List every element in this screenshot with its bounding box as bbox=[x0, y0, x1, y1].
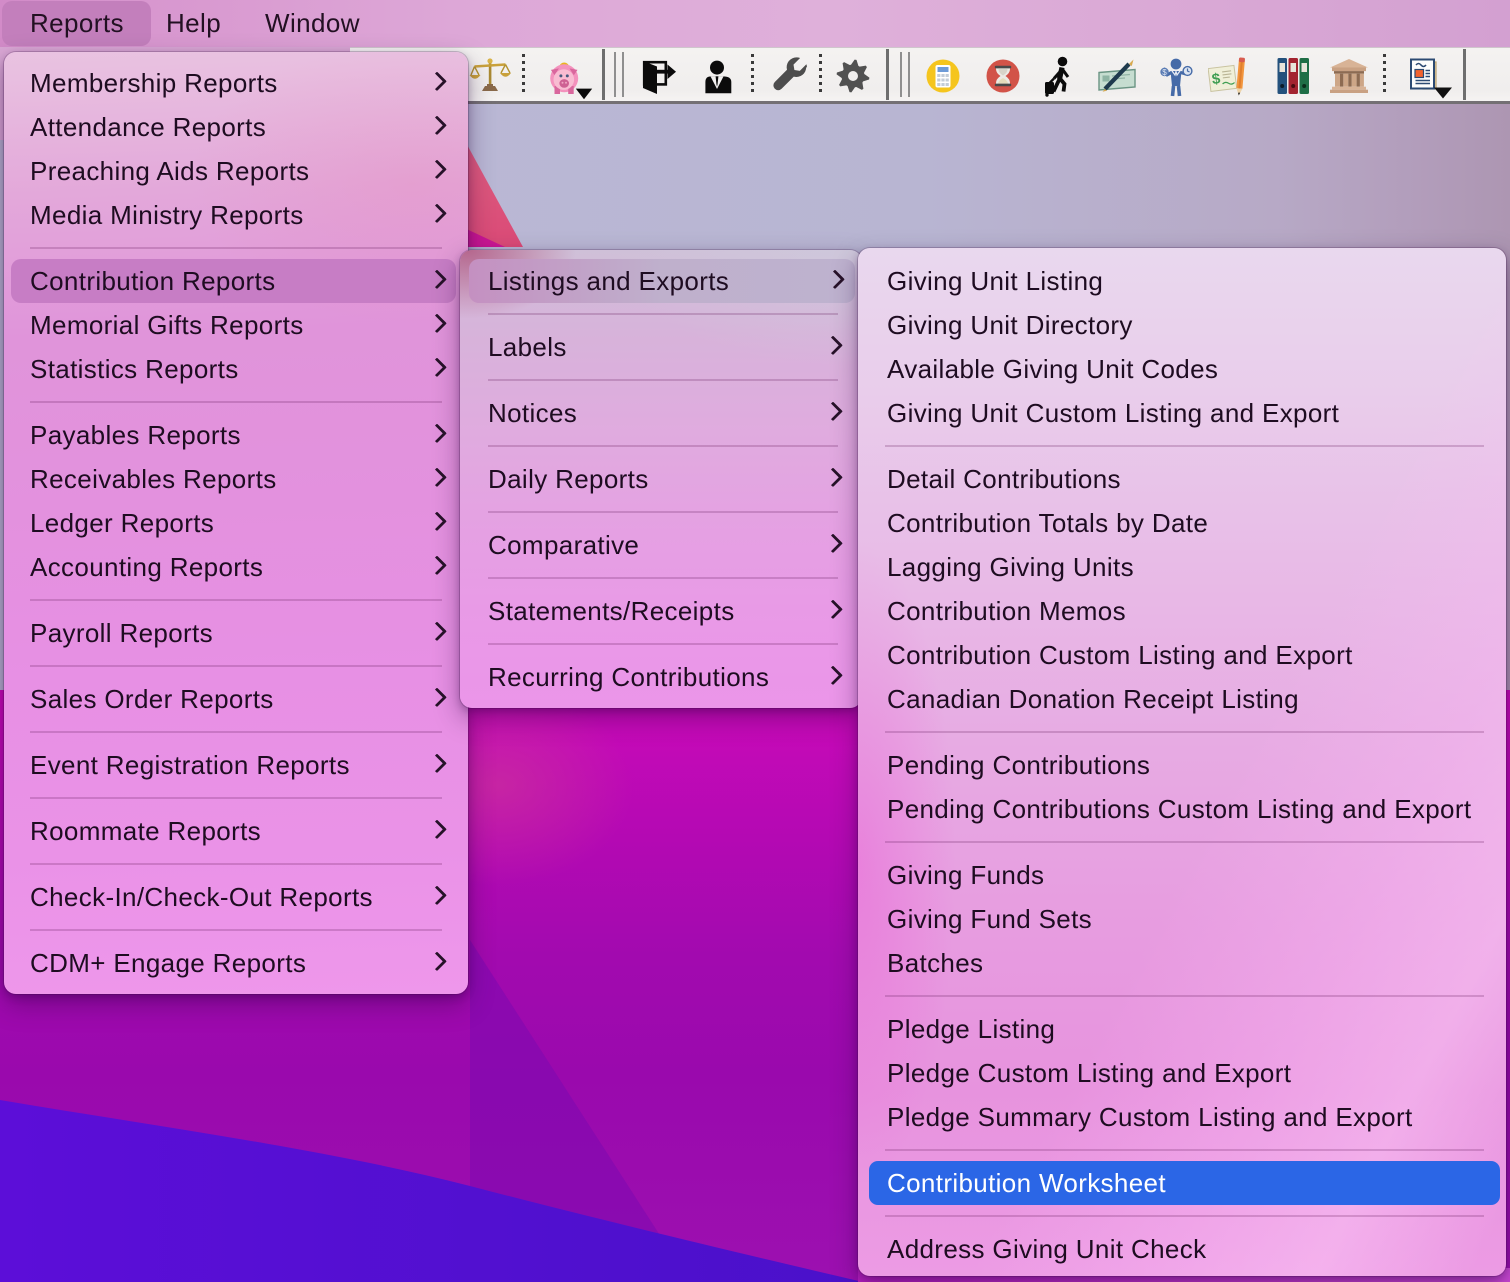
svg-text:$: $ bbox=[1162, 68, 1167, 77]
